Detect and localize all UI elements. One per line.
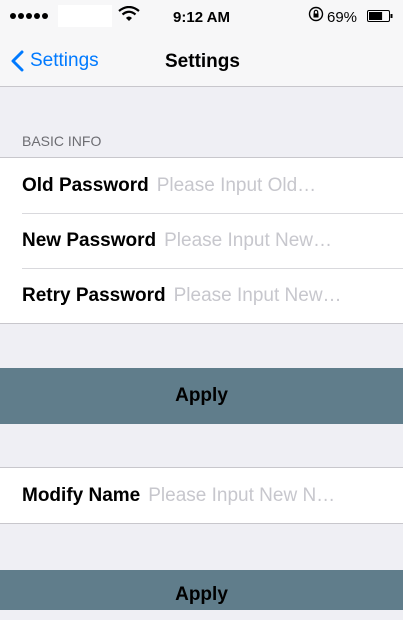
back-button[interactable]: Settings xyxy=(10,46,99,76)
chevron-left-icon xyxy=(11,50,24,72)
old-password-input[interactable] xyxy=(156,174,377,197)
new-password-label: New Password xyxy=(22,229,157,251)
modify-name-input[interactable] xyxy=(148,484,377,507)
new-password-input[interactable] xyxy=(164,229,377,252)
retry-password-row: Retry Password xyxy=(0,268,403,323)
modify-name-group: Modify Name xyxy=(0,467,403,524)
orientation-lock-icon xyxy=(308,6,324,22)
modify-name-row: Modify Name xyxy=(0,468,403,523)
page-title: Settings xyxy=(165,51,240,72)
retry-password-input[interactable] xyxy=(173,284,377,307)
section-header-basic-info: BASIC INFO xyxy=(22,133,102,149)
apply-name-button[interactable]: Apply xyxy=(0,570,403,610)
old-password-label: Old Password xyxy=(22,174,149,196)
new-password-row: New Password xyxy=(0,213,403,268)
basic-info-group: Old Password New Password Retry Password xyxy=(0,157,403,324)
battery-icon xyxy=(367,10,393,22)
apply-password-button[interactable]: Apply xyxy=(0,368,403,424)
back-button-label: Settings xyxy=(30,50,99,71)
retry-password-label: Retry Password xyxy=(22,284,166,306)
old-password-row: Old Password xyxy=(0,158,403,213)
modify-name-label: Modify Name xyxy=(22,484,141,506)
navigation-bar: Settings Settings xyxy=(0,40,403,87)
status-bar: 9:12 AM 69% xyxy=(0,0,403,40)
battery-percent: 69% xyxy=(327,9,358,26)
